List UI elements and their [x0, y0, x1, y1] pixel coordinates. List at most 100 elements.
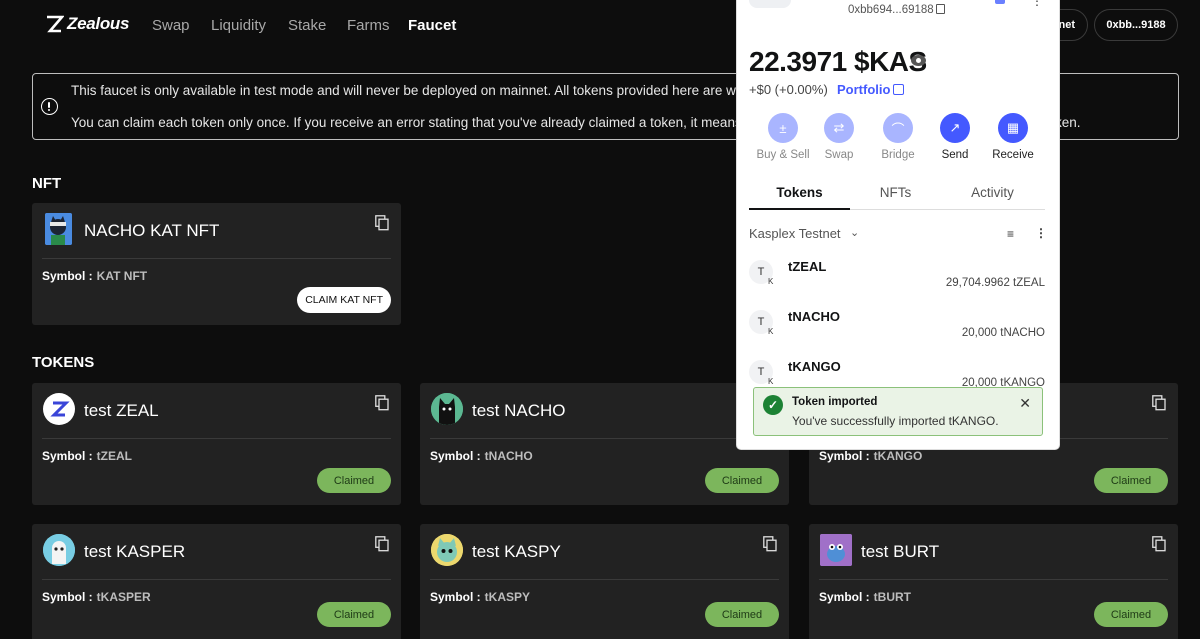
chevron-down-icon[interactable]: ⌄: [850, 226, 859, 239]
symbol-value: tBURT: [873, 590, 911, 604]
copy-icon[interactable]: [763, 536, 777, 552]
card-divider: [42, 438, 391, 439]
kaspy-token-icon: [431, 534, 463, 566]
buy-sell-action[interactable]: ± Buy & Sell: [753, 113, 813, 161]
nft-card-title: NACHO KAT NFT: [84, 221, 220, 240]
kasper-token-icon: [43, 534, 75, 566]
copy-icon[interactable]: [375, 395, 389, 411]
token-symbol: Symbol : tKASPY: [430, 590, 530, 604]
qr-code-icon: ▦: [998, 113, 1028, 143]
symbol-value: tZEAL: [96, 449, 132, 463]
symbol-label: Symbol :: [819, 590, 870, 604]
nft-symbol: Symbol : KAT NFT: [42, 269, 147, 283]
token-symbol: Symbol : tKASPER: [42, 590, 151, 604]
network-selector[interactable]: Kasplex Testnet: [749, 226, 841, 241]
token-symbol: Symbol : tZEAL: [42, 449, 132, 463]
zeal-token-icon: [43, 393, 75, 425]
wallet-popup: ⋮ 0xbb694...69188 22.3971 $KAS +$0 (+0.0…: [737, 0, 1059, 449]
action-label: Buy & Sell: [756, 149, 810, 161]
swap-action[interactable]: ⇄ Swap: [809, 113, 869, 161]
nav-link-faucet[interactable]: Faucet: [408, 17, 456, 34]
tab-activity[interactable]: Activity: [942, 185, 1043, 200]
card-divider: [430, 438, 779, 439]
token-card-title: test KASPY: [472, 542, 561, 561]
network-button-label: net: [1058, 19, 1076, 31]
nav-link-swap[interactable]: Swap: [152, 17, 190, 34]
claimed-button[interactable]: Claimed: [1094, 602, 1168, 627]
claimed-button[interactable]: Claimed: [317, 602, 391, 627]
action-label: Swap: [824, 149, 854, 161]
banner-text-line2: You can claim each token only once. If y…: [71, 115, 768, 130]
tab-tokens[interactable]: Tokens: [749, 185, 850, 200]
symbol-label: Symbol :: [42, 269, 93, 283]
token-imported-toast: ✓ Token imported You've successfully imp…: [753, 387, 1043, 436]
nft-card: NACHO KAT NFT Symbol : KAT NFT CLAIM KAT …: [32, 203, 401, 325]
tab-nfts[interactable]: NFTs: [845, 185, 946, 200]
token-card-title: test ZEAL: [84, 401, 159, 420]
send-action[interactable]: ↗ Send: [925, 113, 985, 161]
claimed-button[interactable]: Claimed: [1094, 468, 1168, 493]
action-label: Receive: [992, 149, 1034, 161]
nav-link-liquidity[interactable]: Liquidity: [211, 17, 266, 34]
symbol-label: Symbol :: [430, 590, 481, 604]
copy-icon[interactable]: [375, 536, 389, 552]
active-tab-indicator: [749, 208, 850, 210]
claimed-button[interactable]: Claimed: [705, 602, 779, 627]
token-balance: 29,704.9962 tZEAL: [945, 277, 1045, 289]
filter-icon[interactable]: ≡: [1007, 227, 1014, 241]
nacho-kat-avatar: [45, 213, 72, 245]
more-options-icon[interactable]: ⋮: [1035, 226, 1047, 240]
toast-title: Token imported: [792, 396, 878, 408]
account-selector[interactable]: [749, 0, 791, 8]
token-card-zeal: test ZEAL Symbol : tZEAL Claimed: [32, 383, 401, 505]
buy-sell-icon: ±: [768, 113, 798, 143]
symbol-value: KAT NFT: [96, 269, 148, 283]
copy-address-icon[interactable]: [936, 4, 945, 14]
card-divider: [430, 579, 779, 580]
account-button[interactable]: 0xbb...9188: [1094, 9, 1178, 41]
token-card-title: test BURT: [861, 542, 940, 561]
card-divider: [42, 579, 391, 580]
nav-link-stake[interactable]: Stake: [288, 17, 326, 34]
token-card-kaspy: test KASPY Symbol : tKASPY Claimed: [420, 524, 789, 639]
wallet-address[interactable]: 0xbb694...69188: [848, 4, 934, 16]
symbol-value: tKASPY: [484, 590, 531, 604]
close-icon[interactable]: ✕: [1019, 395, 1031, 412]
token-name: tZEAL: [788, 259, 827, 274]
symbol-value: tKASPER: [96, 590, 151, 604]
token-card-title: test KASPER: [84, 542, 186, 561]
action-label: Send: [941, 149, 969, 161]
nav-link-farms[interactable]: Farms: [347, 17, 390, 34]
copy-icon[interactable]: [1152, 395, 1166, 411]
token-card-kasper: test KASPER Symbol : tKASPER Claimed: [32, 524, 401, 639]
nft-section-title: NFT: [32, 175, 62, 192]
token-row-tzeal[interactable]: T K tZEAL 29,704.9962 tZEAL: [749, 259, 1045, 299]
claim-kat-nft-button[interactable]: CLAIM KAT NFT: [297, 287, 391, 313]
external-link-icon[interactable]: [893, 84, 904, 95]
symbol-value: tNACHO: [484, 449, 533, 463]
brand-name: Zealous: [67, 14, 130, 33]
symbol-label: Symbol :: [42, 449, 93, 463]
copy-icon[interactable]: [375, 215, 389, 231]
claimed-button[interactable]: Claimed: [317, 468, 391, 493]
claimed-button[interactable]: Claimed: [705, 468, 779, 493]
brand-logo[interactable]: Zealous: [44, 14, 129, 34]
check-circle-icon: ✓: [763, 395, 783, 415]
connection-status-icon[interactable]: [995, 0, 1005, 4]
token-card-burt: test BURT Symbol : tBURT Claimed: [809, 524, 1178, 639]
portfolio-link[interactable]: Portfolio: [837, 82, 890, 97]
eye-icon[interactable]: [911, 55, 926, 66]
action-label: Bridge: [881, 149, 915, 161]
balance-change: +$0 (+0.00%): [749, 82, 828, 97]
network-badge-icon: K: [768, 277, 774, 286]
alert-circle-icon: [41, 98, 58, 115]
options-icon[interactable]: ⋮: [1031, 0, 1043, 8]
bridge-action[interactable]: ⌒ Bridge: [868, 113, 928, 161]
receive-action[interactable]: ▦ Receive: [983, 113, 1043, 161]
token-card-nacho: test NACHO Symbol : tNACHO Claimed: [420, 383, 789, 505]
token-name: tKANGO: [788, 359, 841, 374]
token-row-tnacho[interactable]: T K tNACHO 20,000 tNACHO: [749, 309, 1045, 349]
copy-icon[interactable]: [1152, 536, 1166, 552]
bridge-icon: ⌒: [883, 113, 913, 143]
token-symbol: Symbol : tKANGO: [819, 449, 922, 463]
